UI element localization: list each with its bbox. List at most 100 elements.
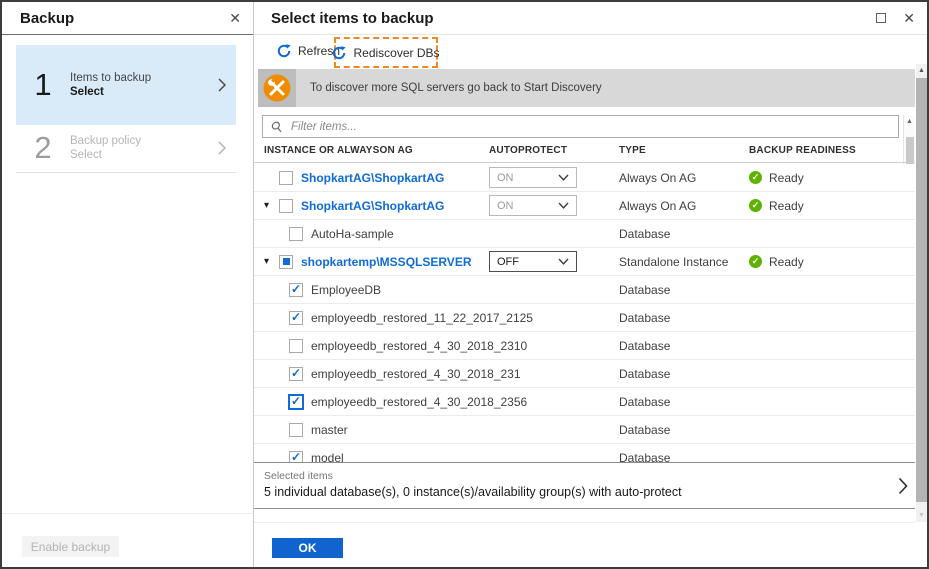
blade-scrollbar[interactable]: ▲ ▼ <box>916 64 927 522</box>
backup-blade: Backup ✕ 1 Items to backup Select 2 Back… <box>2 2 254 567</box>
type-cell: Database <box>619 282 671 297</box>
row-checkbox[interactable] <box>289 226 303 241</box>
autoprotect-dropdown[interactable]: ON <box>489 195 577 216</box>
row-checkbox[interactable]: ✓ <box>289 449 303 463</box>
name-cell: ✓ model <box>264 449 489 463</box>
tools-icon <box>258 69 296 107</box>
close-icon[interactable]: ✕ <box>903 11 915 25</box>
database-name: employeedb_restored_4_30_2018_231 <box>311 366 521 381</box>
instance-name-link[interactable]: shopkartemp\MSSQLSERVER <box>301 255 471 269</box>
type-cell: Standalone Instance <box>619 254 729 269</box>
blade-title: Backup <box>20 9 75 27</box>
scroll-up-icon[interactable]: ▲ <box>916 67 927 74</box>
row-checkbox[interactable]: ✓ <box>289 393 303 409</box>
backup-window: Backup ✕ 1 Items to backup Select 2 Back… <box>0 0 929 569</box>
step-items-to-backup[interactable]: 1 Items to backup Select <box>16 45 236 125</box>
refresh-icon <box>277 44 291 58</box>
type-cell: Database <box>619 226 671 241</box>
name-cell: employeedb_restored_4_30_2018_2310 <box>264 338 527 353</box>
close-icon[interactable]: ✕ <box>229 11 241 25</box>
readiness-cell: ✓ Ready <box>749 171 915 185</box>
dropdown-value: ON <box>497 199 514 212</box>
database-name: AutoHa-sample <box>311 226 394 241</box>
ready-icon: ✓ <box>749 171 762 184</box>
column-type: TYPE <box>619 145 646 156</box>
info-banner: To discover more SQL servers go back to … <box>258 69 915 107</box>
rediscover-dbs-label: Rediscover DBs <box>353 45 440 60</box>
select-items-blade: Select items to backup ✕ Refresh Redisco… <box>254 2 927 567</box>
table-row: ShopkartAG\ShopkartAG ON Always On AG ✓ Read… <box>254 164 915 192</box>
search-icon <box>270 121 284 133</box>
scrollbar-thumb[interactable] <box>916 78 927 502</box>
expander-icon[interactable]: ▾ <box>264 256 279 267</box>
row-checkbox[interactable] <box>289 338 303 353</box>
instance-name-link[interactable]: ShopkartAG\ShopkartAG <box>301 171 444 185</box>
name-cell: ShopkartAG\ShopkartAG <box>264 170 489 185</box>
row-checkbox[interactable] <box>279 198 293 213</box>
scroll-up-icon[interactable]: ▲ <box>904 118 915 125</box>
dropdown-value: ON <box>497 171 514 184</box>
toolbar: Refresh Rediscover DBs <box>254 35 927 69</box>
indeterminate-mark <box>282 258 290 265</box>
row-checkbox[interactable]: ✓ <box>289 309 303 325</box>
database-name: EmployeeDB <box>311 282 382 297</box>
filter-input[interactable] <box>289 119 890 134</box>
table-row: ✓ employeedb_restored_11_22_2017_2125 Data… <box>254 304 915 332</box>
name-cell: ✓ EmployeeDB <box>264 281 489 297</box>
banner-message: To discover more SQL servers go back to … <box>310 82 602 94</box>
check-icon: ✓ <box>290 281 302 296</box>
name-cell: ▾ ShopkartAG\ShopkartAG <box>264 198 489 213</box>
ok-button[interactable]: OK <box>272 538 343 558</box>
autoprotect-cell: ON <box>489 195 619 216</box>
step-number: 1 <box>34 67 52 102</box>
row-checkbox[interactable] <box>279 170 293 185</box>
type-cell: Database <box>619 338 671 353</box>
selected-items-bar[interactable]: Selected items 5 individual database(s),… <box>254 462 915 509</box>
chevron-down-icon <box>558 174 569 181</box>
blade-title: Select items to backup <box>271 9 434 27</box>
annotation-highlight: Rediscover DBs <box>333 37 440 68</box>
type-cell: Database <box>619 310 671 325</box>
type-cell: Database <box>619 366 671 381</box>
column-autoprotect: AUTOPROTECT <box>489 145 568 156</box>
check-icon: ✓ <box>290 449 302 463</box>
refresh-icon <box>332 45 347 60</box>
step-label: Backup policy <box>70 135 141 147</box>
chevron-right-icon <box>898 477 908 495</box>
table-body: ShopkartAG\ShopkartAG ON Always On AG ✓ Read… <box>254 164 915 462</box>
table-row: master Database <box>254 416 915 444</box>
maximize-icon[interactable] <box>876 13 887 23</box>
autoprotect-dropdown[interactable]: OFF <box>489 251 577 272</box>
step-backup-policy[interactable]: 2 Backup policy Select <box>16 125 236 171</box>
step-sublabel: Select <box>70 149 102 161</box>
backup-blade-header: Backup ✕ <box>2 2 253 35</box>
name-cell: ✓ employeedb_restored_11_22_2017_2125 <box>264 309 533 325</box>
type-cell: Database <box>619 450 671 463</box>
readiness-cell: ✓ Ready <box>749 255 915 269</box>
check-icon: ✓ <box>290 393 302 408</box>
row-checkbox[interactable] <box>289 422 303 437</box>
row-checkbox[interactable]: ✓ <box>289 366 303 381</box>
row-checkbox[interactable] <box>279 254 293 269</box>
check-icon: ✓ <box>290 309 302 324</box>
type-cell: Always On AG <box>619 198 697 213</box>
expander-icon[interactable]: ▾ <box>264 200 279 211</box>
enable-backup-button[interactable]: Enable backup <box>22 536 119 557</box>
name-cell: ▾ shopkartemp\MSSQLSERVER <box>264 254 489 269</box>
divider <box>16 172 236 173</box>
autoprotect-dropdown[interactable]: ON <box>489 167 577 188</box>
row-checkbox[interactable]: ✓ <box>289 281 303 297</box>
scroll-down-icon[interactable]: ▼ <box>916 512 927 519</box>
table-row: ▾ shopkartemp\MSSQLSERVER OFF Standalone In… <box>254 248 915 276</box>
type-cell: Database <box>619 394 671 409</box>
table-row: employeedb_restored_4_30_2018_2310 Databa… <box>254 332 915 360</box>
column-backup-readiness: BACKUP READINESS <box>749 145 856 156</box>
dropdown-value: OFF <box>497 255 519 268</box>
autoprotect-cell: OFF <box>489 251 619 272</box>
instance-name-link[interactable]: ShopkartAG\ShopkartAG <box>301 199 444 213</box>
selected-items-summary: 5 individual database(s), 0 instance(s)/… <box>264 485 682 499</box>
table-header: INSTANCE OR ALWAYSON AG AUTOPROTECT TYPE… <box>254 140 915 163</box>
readiness-label: Ready <box>769 254 804 269</box>
rediscover-dbs-button[interactable]: Rediscover DBs <box>326 45 445 61</box>
step-label: Items to backup <box>70 72 152 84</box>
